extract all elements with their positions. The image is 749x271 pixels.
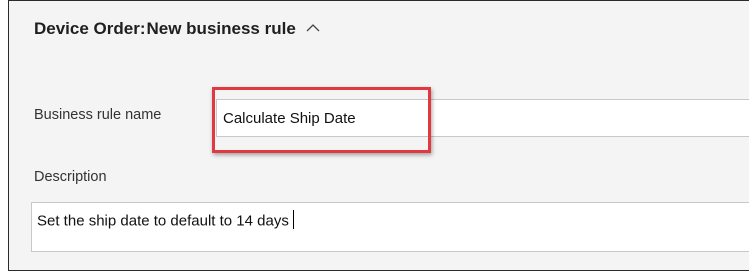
description-label: Description bbox=[34, 169, 107, 185]
rule-name-input[interactable]: Calculate Ship Date bbox=[216, 99, 749, 137]
rule-name-label: Business rule name bbox=[34, 107, 162, 123]
panel-header: Device Order:New business rule bbox=[9, 1, 749, 59]
page-title[interactable]: Device Order:New business rule bbox=[34, 19, 320, 39]
chevron-up-icon[interactable] bbox=[306, 23, 320, 33]
description-value: Set the ship date to default to 14 days bbox=[37, 212, 289, 230]
business-rule-panel: Device Order:New business rule Business … bbox=[8, 0, 749, 271]
rule-name-value: Calculate Ship Date bbox=[223, 110, 356, 127]
entity-name: Device Order: bbox=[34, 19, 146, 38]
rule-title: New business rule bbox=[146, 19, 296, 38]
description-input[interactable]: Set the ship date to default to 14 days bbox=[31, 202, 749, 252]
text-cursor bbox=[292, 210, 294, 229]
